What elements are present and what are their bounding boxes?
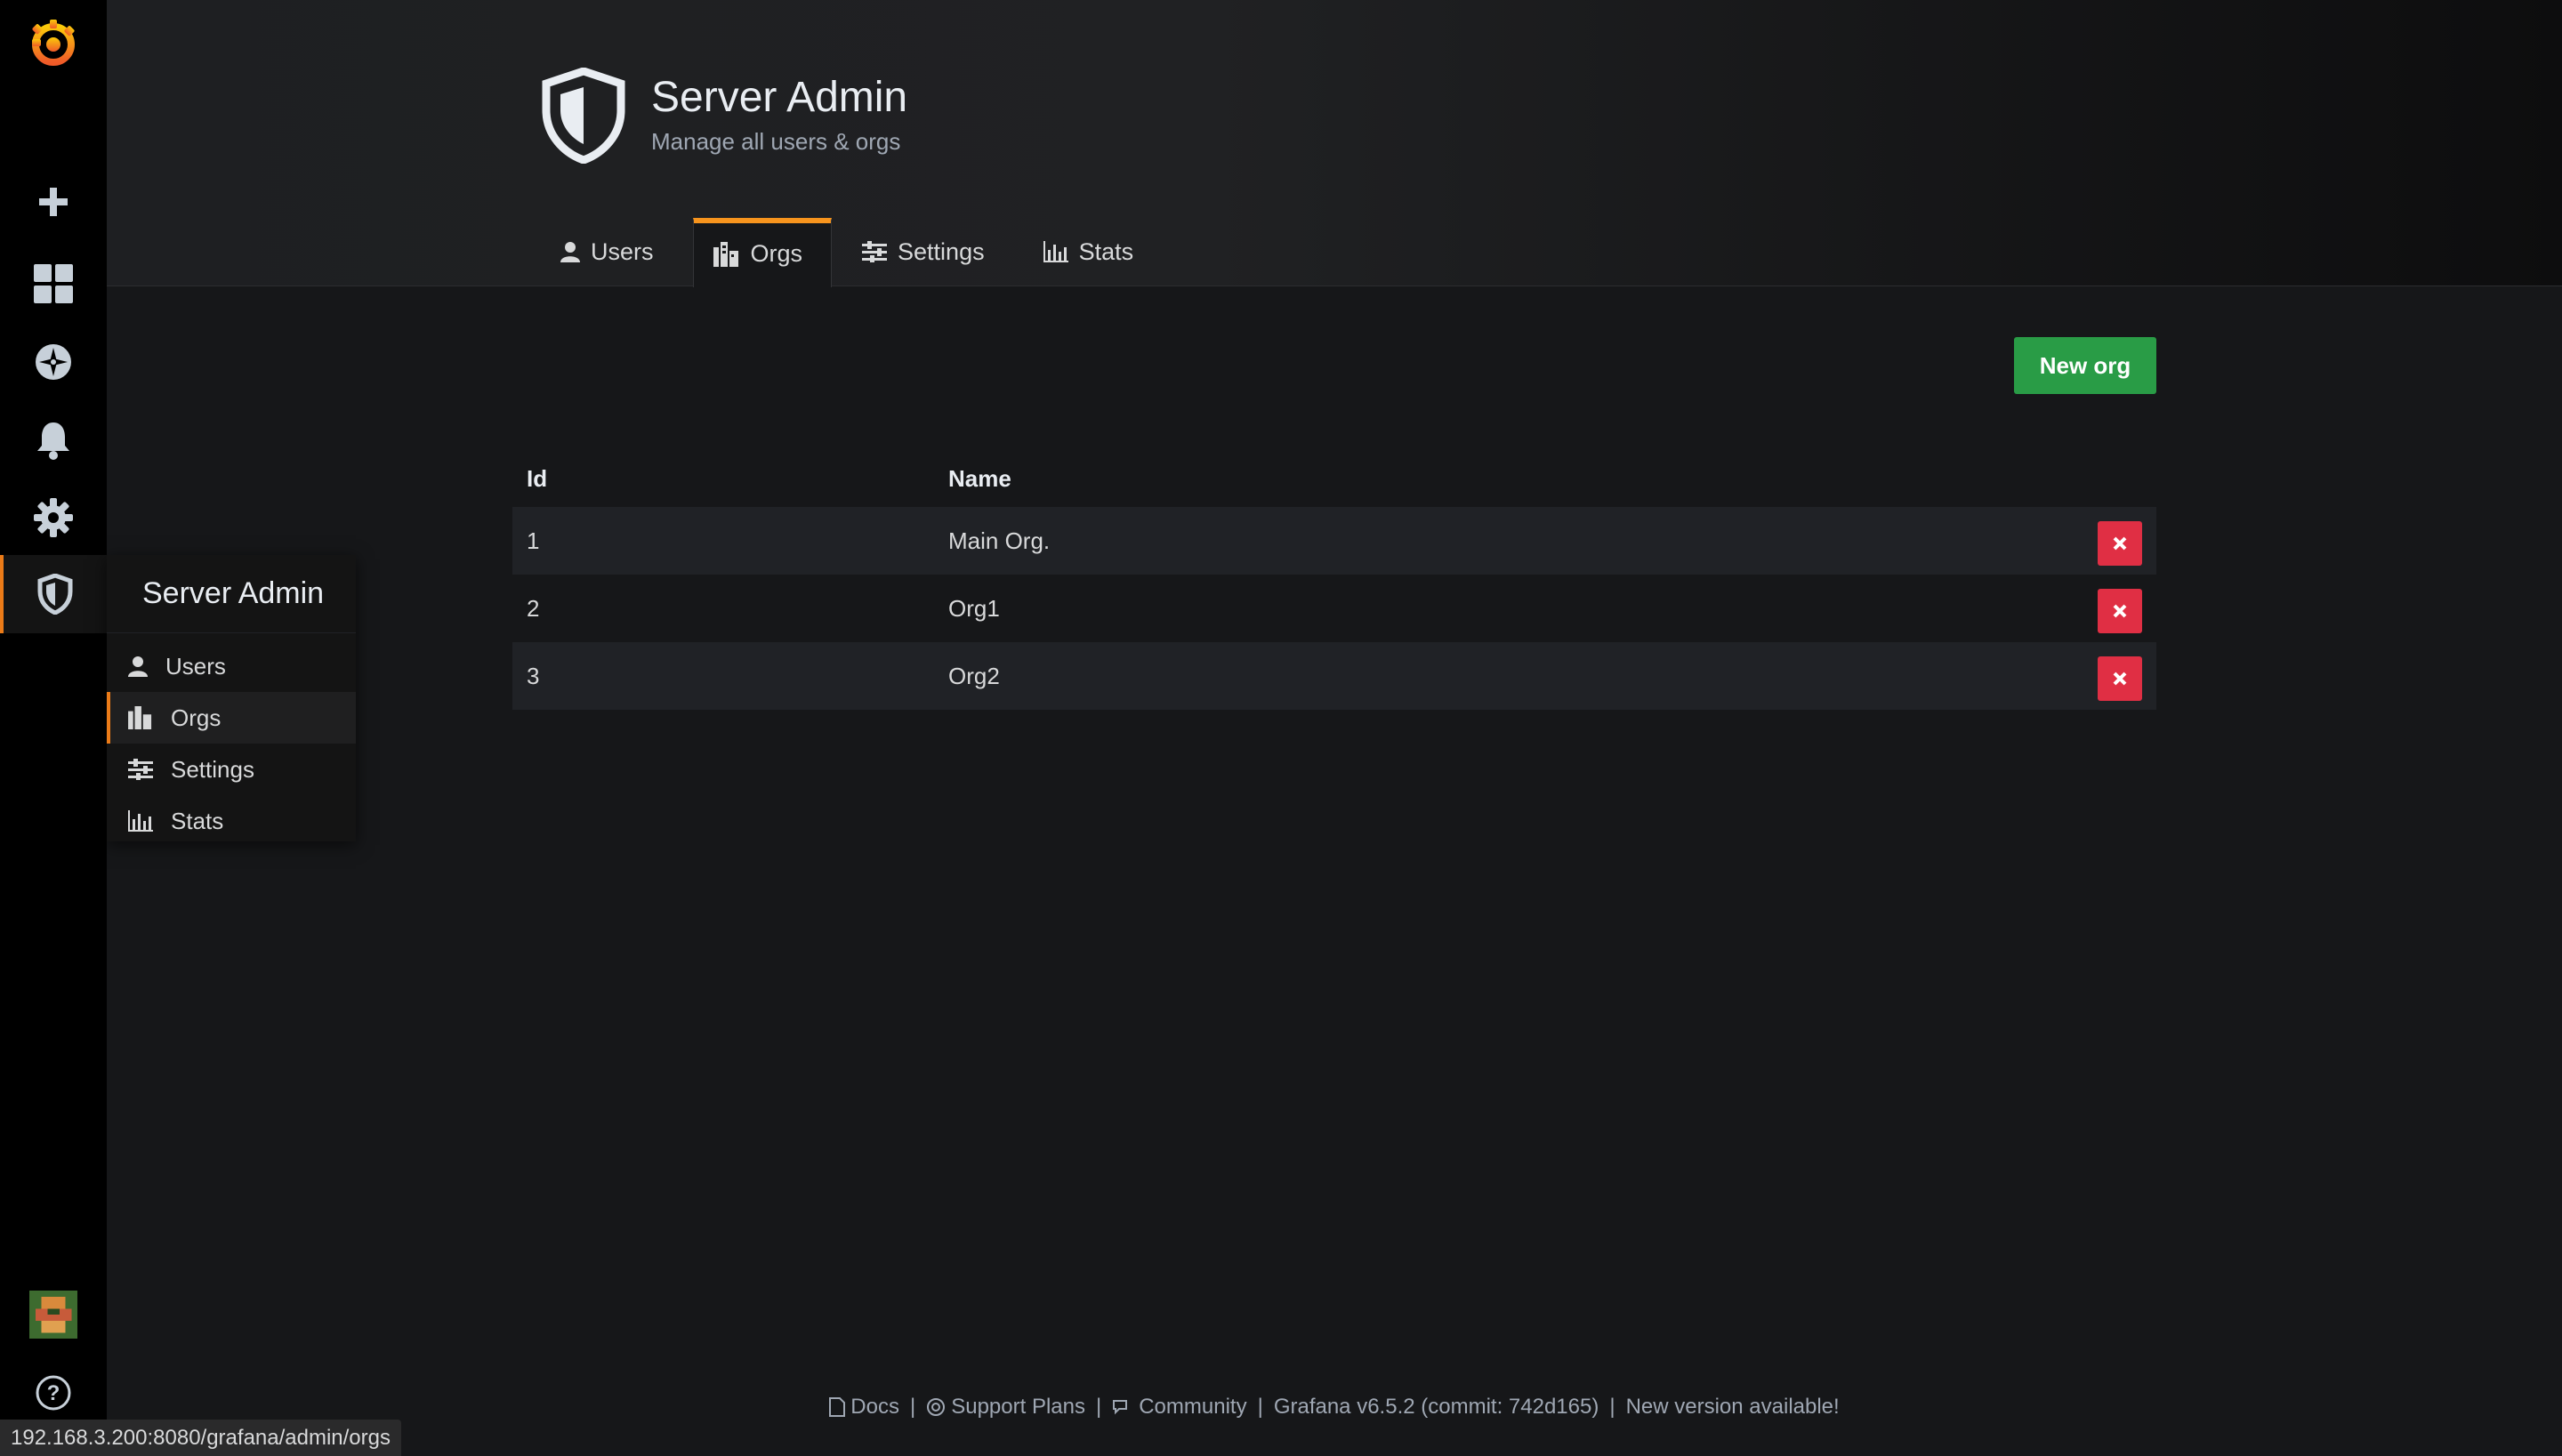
cell-name[interactable]: Org1 — [948, 595, 2156, 623]
close-icon — [2113, 536, 2127, 551]
close-icon — [2113, 604, 2127, 618]
footer-separator: | — [1095, 1395, 1102, 1419]
delete-org-button[interactable] — [2098, 656, 2142, 701]
sliders-icon — [862, 241, 888, 262]
page-subtitle: Manage all users & orgs — [651, 128, 901, 155]
bell-icon[interactable] — [0, 401, 107, 479]
column-header-name: Name — [948, 464, 1011, 492]
building-icon — [713, 241, 738, 267]
user-icon — [128, 656, 148, 677]
orgs-table: Id Name 1 Main Org. 2 Org1 3 Org2 — [512, 450, 2156, 710]
cell-name[interactable]: Org2 — [948, 663, 2156, 690]
table-row[interactable]: 1 Main Org. — [512, 507, 2156, 575]
table-row[interactable]: 2 Org1 — [512, 575, 2156, 642]
footer-docs-link[interactable]: Docs — [829, 1395, 899, 1420]
delete-org-button[interactable] — [2098, 589, 2142, 633]
building-icon — [128, 706, 152, 729]
avatar[interactable] — [0, 1275, 107, 1354]
flyout-item-users[interactable]: Users — [107, 640, 356, 692]
document-icon — [829, 1397, 846, 1417]
tab-label: Stats — [1078, 237, 1134, 265]
shield-icon — [541, 67, 626, 168]
footer-support-link[interactable]: Support Plans — [926, 1395, 1085, 1420]
flyout-item-label: Users — [165, 652, 226, 680]
status-url: 192.168.3.200:8080/grafana/admin/orgs — [0, 1420, 401, 1456]
side-menu: ? — [0, 0, 107, 1456]
flyout-item-settings[interactable]: Settings — [107, 744, 356, 795]
footer-separator: | — [1257, 1395, 1263, 1419]
shield-icon[interactable] — [0, 555, 107, 633]
bar-chart-icon — [1043, 241, 1068, 262]
flyout-title[interactable]: Server Admin — [107, 555, 356, 633]
footer-community-link[interactable]: Community — [1112, 1395, 1247, 1420]
new-org-button[interactable]: New org — [2014, 337, 2156, 394]
footer-docs-label: Docs — [850, 1395, 899, 1419]
lifebuoy-icon — [927, 1398, 946, 1416]
grafana-logo-icon[interactable] — [0, 4, 107, 82]
sliders-icon — [128, 759, 153, 780]
table-header: Id Name — [512, 450, 2156, 507]
column-header-id: Id — [527, 464, 548, 492]
tab-stats[interactable]: Stats — [1024, 217, 1163, 286]
flyout-item-label: Settings — [171, 755, 254, 783]
plus-icon[interactable] — [0, 163, 107, 241]
cell-name[interactable]: Main Org. — [948, 527, 2156, 555]
tab-users[interactable]: Users — [541, 217, 682, 286]
tab-label: Orgs — [750, 240, 803, 267]
tab-bar: Users Orgs Settings Stats — [541, 217, 1172, 287]
footer: Docs | Support Plans | Community | Grafa… — [107, 1395, 2562, 1420]
page-title: Server Admin — [651, 74, 908, 121]
bar-chart-icon — [128, 810, 153, 832]
footer-support-label: Support Plans — [951, 1395, 1085, 1419]
close-icon — [2113, 672, 2127, 686]
tab-label: Settings — [898, 237, 985, 265]
footer-new-version-link[interactable]: New version available! — [1626, 1395, 1840, 1420]
dashboards-icon[interactable] — [0, 245, 107, 323]
flyout-item-label: Orgs — [171, 704, 222, 731]
flyout-item-stats[interactable]: Stats — [107, 795, 356, 847]
page-header: Server Admin Manage all users & orgs Use… — [107, 0, 2562, 287]
server-admin-flyout: Server Admin Users Orgs Settings Stats — [107, 555, 356, 841]
footer-separator: | — [909, 1395, 916, 1419]
footer-separator: | — [1609, 1395, 1615, 1419]
tab-settings[interactable]: Settings — [842, 217, 1013, 286]
tab-label: Users — [591, 237, 654, 265]
table-row[interactable]: 3 Org2 — [512, 642, 2156, 710]
cell-id: 2 — [527, 594, 540, 622]
delete-org-button[interactable] — [2098, 521, 2142, 566]
svg-text:?: ? — [47, 1381, 60, 1405]
user-icon — [560, 242, 580, 262]
footer-community-label: Community — [1139, 1395, 1247, 1419]
gear-icon[interactable] — [0, 479, 107, 557]
tab-orgs[interactable]: Orgs — [692, 218, 833, 287]
flyout-item-label: Stats — [171, 807, 224, 834]
comments-icon — [1113, 1400, 1128, 1415]
explore-compass-icon[interactable] — [0, 323, 107, 401]
flyout-item-orgs[interactable]: Orgs — [107, 692, 356, 744]
cell-id: 3 — [527, 662, 540, 689]
footer-version: Grafana v6.5.2 (commit: 742d165) — [1273, 1395, 1599, 1419]
cell-id: 1 — [527, 527, 540, 554]
